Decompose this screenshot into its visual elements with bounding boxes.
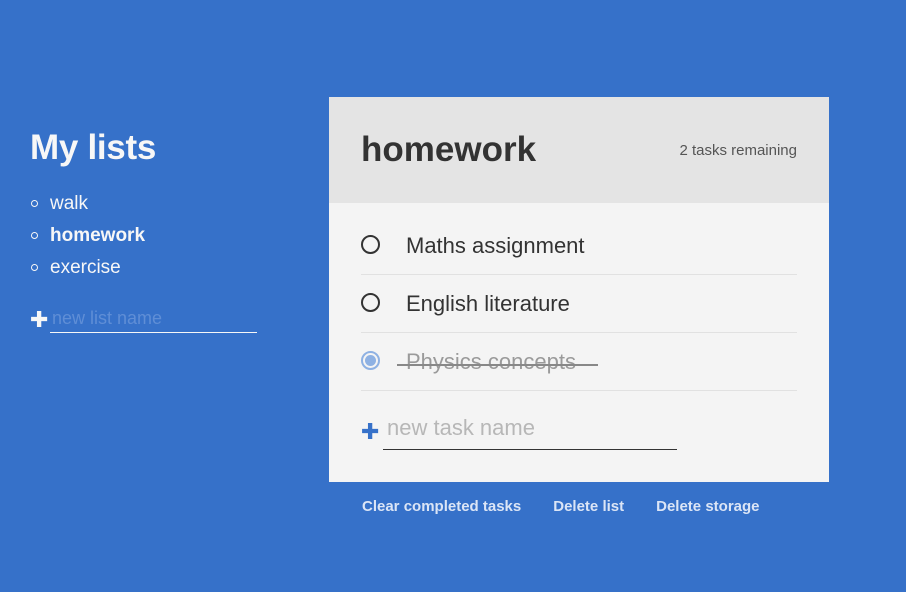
delete-list-button[interactable]: Delete list	[553, 498, 624, 515]
bullet-icon	[31, 200, 38, 207]
plus-icon[interactable]: ✚	[30, 308, 50, 331]
plus-icon[interactable]: ✚	[361, 419, 383, 445]
list-item-label: exercise	[50, 257, 121, 278]
new-list-form: ✚	[30, 306, 270, 333]
task-label[interactable]: Maths assignment	[406, 233, 585, 259]
task-checkbox-checked[interactable]	[361, 351, 380, 370]
strikethrough-line	[397, 364, 598, 366]
list-item-walk[interactable]: walk	[30, 188, 270, 220]
task-item[interactable]: English literature	[361, 275, 797, 333]
todo-header: homework 2 tasks remaining	[329, 97, 829, 203]
tasks-remaining: 2 tasks remaining	[679, 141, 797, 159]
list-item-homework[interactable]: homework	[30, 220, 270, 252]
clear-completed-button[interactable]: Clear completed tasks	[362, 498, 521, 515]
delete-storage-button[interactable]: Delete storage	[656, 498, 759, 515]
lists-sidebar: My lists walk homework exercise ✚	[30, 126, 270, 333]
list-item-exercise[interactable]: exercise	[30, 252, 270, 284]
list-collection: walk homework exercise	[30, 188, 270, 284]
task-checkbox[interactable]	[361, 293, 380, 312]
task-label[interactable]: English literature	[406, 291, 570, 317]
task-checkbox[interactable]	[361, 235, 380, 254]
list-actions: Clear completed tasks Delete list Delete…	[362, 498, 760, 515]
new-list-input[interactable]	[50, 306, 257, 333]
bullet-icon	[31, 232, 38, 239]
task-item[interactable]: Maths assignment	[361, 217, 797, 275]
task-item-completed[interactable]: Physics concepts	[361, 333, 797, 391]
list-title: homework	[361, 130, 537, 169]
todo-card: homework 2 tasks remaining Maths assignm…	[329, 97, 829, 482]
new-task-input[interactable]	[383, 413, 677, 450]
sidebar-title: My lists	[30, 128, 156, 167]
list-item-label: homework	[50, 225, 146, 246]
list-item-label: walk	[50, 193, 89, 214]
bullet-icon	[31, 264, 38, 271]
new-task-form: ✚	[361, 413, 797, 450]
task-list: Maths assignment English literature Phys…	[329, 203, 829, 450]
task-label[interactable]: Physics concepts	[406, 349, 576, 375]
